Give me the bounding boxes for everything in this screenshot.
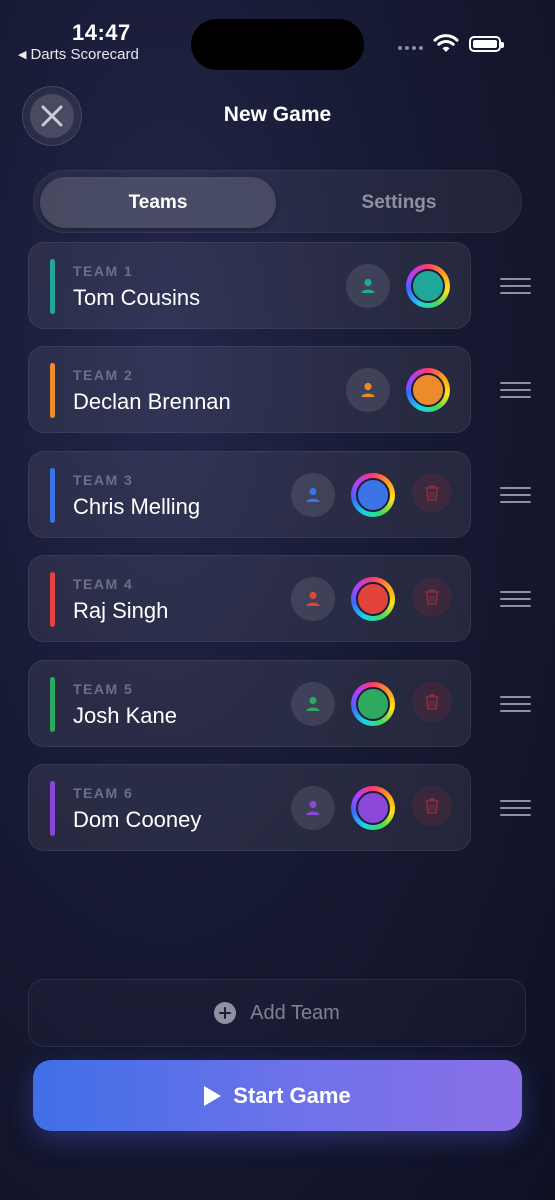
team-color-bar bbox=[50, 781, 55, 836]
play-icon bbox=[204, 1085, 222, 1106]
team-name[interactable]: Declan Brennan bbox=[73, 389, 231, 415]
drag-handle-icon[interactable] bbox=[500, 487, 531, 503]
team-color-bar bbox=[50, 259, 55, 314]
status-time: 14:47 bbox=[72, 20, 131, 45]
drag-handle-icon[interactable] bbox=[500, 278, 531, 294]
drag-handle-icon[interactable] bbox=[500, 591, 531, 607]
team-color-picker[interactable] bbox=[406, 368, 450, 412]
person-icon bbox=[361, 278, 375, 293]
delete-team-button[interactable] bbox=[412, 682, 452, 722]
team-card[interactable]: TEAM 6 Dom Cooney bbox=[28, 764, 471, 851]
team-color-swatch bbox=[411, 269, 445, 303]
drag-handle-icon[interactable] bbox=[500, 382, 531, 398]
team-name[interactable]: Tom Cousins bbox=[73, 285, 200, 311]
status-bar: 14:47 ◀ Darts Scorecard bbox=[0, 0, 555, 80]
dynamic-island bbox=[191, 19, 364, 70]
delete-team-button[interactable] bbox=[412, 473, 452, 513]
player-select-button[interactable] bbox=[291, 682, 335, 726]
team-color-swatch bbox=[356, 478, 390, 512]
team-color-swatch bbox=[356, 687, 390, 721]
wifi-icon bbox=[433, 34, 459, 52]
team-card[interactable]: TEAM 4 Raj Singh bbox=[28, 555, 471, 642]
team-number-label: TEAM 3 bbox=[73, 472, 134, 488]
player-select-button[interactable] bbox=[346, 368, 390, 412]
team-number-label: TEAM 1 bbox=[73, 263, 134, 279]
team-number-label: TEAM 6 bbox=[73, 785, 134, 801]
trash-icon bbox=[425, 589, 439, 605]
team-card[interactable]: TEAM 3 Chris Melling bbox=[28, 451, 471, 538]
team-color-picker[interactable] bbox=[351, 786, 395, 830]
back-app-label: Darts Scorecard bbox=[30, 46, 139, 63]
battery-icon bbox=[469, 36, 504, 52]
delete-team-button[interactable] bbox=[412, 577, 452, 617]
team-color-bar bbox=[50, 677, 55, 732]
team-name[interactable]: Josh Kane bbox=[73, 703, 177, 729]
start-game-label: Start Game bbox=[233, 1082, 351, 1108]
back-to-app-link[interactable]: ◀ Darts Scorecard bbox=[18, 46, 139, 63]
segmented-control: Teams Settings bbox=[33, 170, 522, 233]
team-name[interactable]: Raj Singh bbox=[73, 598, 168, 624]
trash-icon bbox=[425, 485, 439, 501]
start-game-button[interactable]: Start Game bbox=[33, 1060, 522, 1131]
drag-handle-icon[interactable] bbox=[500, 696, 531, 712]
team-color-picker[interactable] bbox=[351, 577, 395, 621]
drag-handle-icon[interactable] bbox=[500, 800, 531, 816]
player-select-button[interactable] bbox=[291, 473, 335, 517]
team-card[interactable]: TEAM 5 Josh Kane bbox=[28, 660, 471, 747]
person-icon bbox=[361, 382, 375, 397]
team-color-picker[interactable] bbox=[351, 473, 395, 517]
team-number-label: TEAM 2 bbox=[73, 367, 134, 383]
team-color-swatch bbox=[356, 791, 390, 825]
back-arrow-icon: ◀ bbox=[18, 49, 27, 61]
person-icon bbox=[306, 696, 320, 711]
team-number-label: TEAM 4 bbox=[73, 576, 134, 592]
tab-settings[interactable]: Settings bbox=[281, 177, 517, 228]
player-select-button[interactable] bbox=[291, 786, 335, 830]
team-name[interactable]: Dom Cooney bbox=[73, 807, 201, 833]
person-icon bbox=[306, 591, 320, 606]
person-icon bbox=[306, 487, 320, 502]
team-color-bar bbox=[50, 572, 55, 627]
team-color-picker[interactable] bbox=[351, 682, 395, 726]
add-team-label: Add Team bbox=[250, 1001, 340, 1024]
tab-teams[interactable]: Teams bbox=[40, 177, 276, 228]
team-card[interactable]: TEAM 1 Tom Cousins bbox=[28, 242, 471, 329]
team-color-bar bbox=[50, 363, 55, 418]
player-select-button[interactable] bbox=[346, 264, 390, 308]
team-card[interactable]: TEAM 2 Declan Brennan bbox=[28, 346, 471, 433]
player-select-button[interactable] bbox=[291, 577, 335, 621]
page-title: New Game bbox=[223, 103, 332, 126]
team-color-swatch bbox=[356, 582, 390, 616]
team-color-picker[interactable] bbox=[406, 264, 450, 308]
cellular-signal-icon bbox=[398, 46, 423, 50]
team-name[interactable]: Chris Melling bbox=[73, 494, 200, 520]
delete-team-button[interactable] bbox=[412, 786, 452, 826]
person-icon bbox=[306, 800, 320, 815]
trash-icon bbox=[425, 694, 439, 710]
add-team-button[interactable]: Add Team bbox=[28, 979, 526, 1047]
team-color-bar bbox=[50, 468, 55, 523]
team-color-swatch bbox=[411, 373, 445, 407]
team-number-label: TEAM 5 bbox=[73, 681, 134, 697]
trash-icon bbox=[425, 798, 439, 814]
plus-circle-icon bbox=[214, 1002, 237, 1024]
